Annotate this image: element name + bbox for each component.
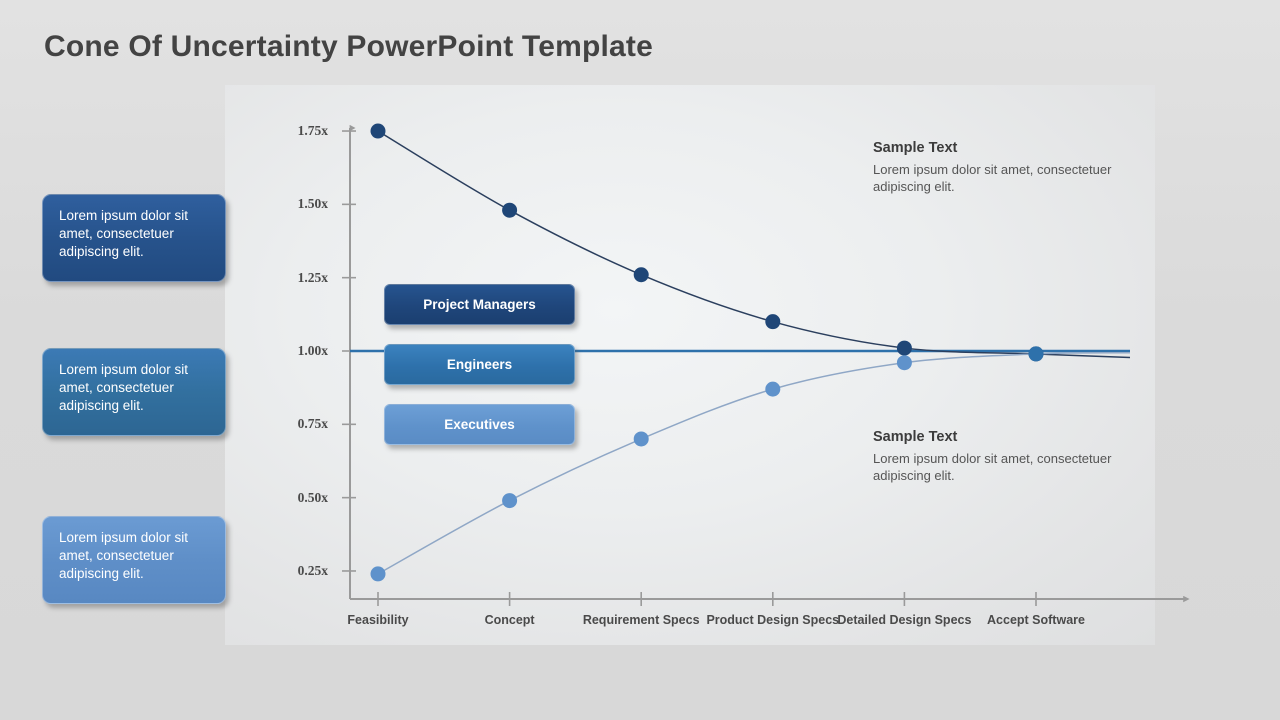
info-box-1-text: Lorem ipsum dolor sit amet, consectetuer… bbox=[59, 208, 189, 259]
y-tick-label-1: 1.50x bbox=[297, 196, 328, 212]
annotation-bottom-body: Lorem ipsum dolor sit amet, consectetuer… bbox=[873, 451, 1112, 483]
x-tick-label-0: Feasibility bbox=[347, 613, 409, 627]
legend-item-executives[interactable]: Executives bbox=[384, 404, 575, 445]
legend-label-project-managers: Project Managers bbox=[423, 296, 536, 312]
legend-label-engineers: Engineers bbox=[446, 356, 513, 372]
info-box-3[interactable]: Lorem ipsum dolor sit amet, consectetuer… bbox=[42, 516, 226, 604]
legend-label-executives: Executives bbox=[444, 416, 515, 432]
x-tick-label-1: Concept bbox=[484, 613, 535, 627]
legend-item-engineers[interactable]: Engineers bbox=[384, 344, 575, 385]
y-tick-label-0: 1.75x bbox=[297, 123, 328, 139]
x-tick-label-2: Requirement Specs bbox=[582, 613, 700, 627]
annotation-top: Sample Text Lorem ipsum dolor sit amet, … bbox=[873, 140, 1133, 195]
info-box-2[interactable]: Lorem ipsum dolor sit amet, consectetuer… bbox=[42, 348, 226, 436]
page-title: Cone Of Uncertainty PowerPoint Template bbox=[44, 30, 654, 63]
slide-canvas: Cone Of Uncertainty PowerPoint Template … bbox=[0, 0, 1280, 720]
info-box-2-text: Lorem ipsum dolor sit amet, consectetuer… bbox=[59, 362, 189, 413]
x-tick-label-3: Product Design Specs bbox=[706, 613, 840, 627]
annotation-top-body: Lorem ipsum dolor sit amet, consectetuer… bbox=[873, 162, 1112, 194]
annotation-bottom-title: Sample Text bbox=[873, 429, 958, 445]
x-tick-label-4: Detailed Design Specs bbox=[837, 613, 972, 627]
info-box-3-text: Lorem ipsum dolor sit amet, consectetuer… bbox=[59, 530, 189, 581]
y-tick-label-6: 0.25x bbox=[297, 562, 328, 578]
annotation-bottom: Sample Text Lorem ipsum dolor sit amet, … bbox=[873, 429, 1133, 484]
y-tick-label-4: 0.75x bbox=[297, 416, 328, 432]
info-box-1[interactable]: Lorem ipsum dolor sit amet, consectetuer… bbox=[42, 194, 226, 282]
annotation-top-title: Sample Text bbox=[873, 140, 958, 156]
y-tick-label-3: 1.00x bbox=[297, 343, 328, 358]
y-tick-label-5: 0.50x bbox=[297, 489, 328, 505]
legend-item-project-managers[interactable]: Project Managers bbox=[384, 284, 575, 325]
x-tick-label-5: Accept Software bbox=[987, 613, 1085, 627]
y-tick-label-2: 1.25x bbox=[297, 269, 328, 285]
